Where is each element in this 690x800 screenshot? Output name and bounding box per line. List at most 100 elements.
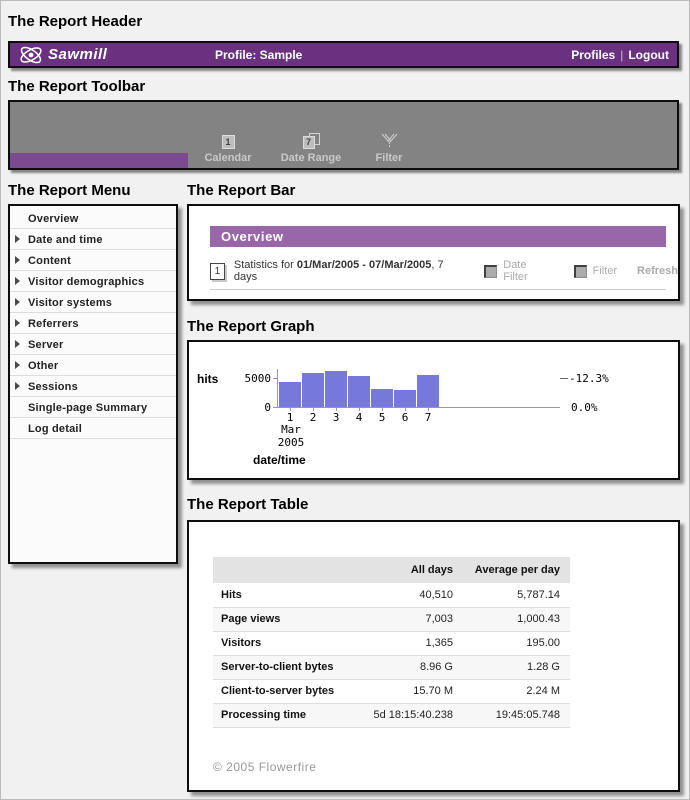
date-filter-label: Date Filter — [503, 259, 553, 283]
y-tick-5000: 5000 — [231, 372, 271, 385]
row-average-value: 195.00 — [463, 631, 570, 655]
filter-button-label: Filter — [376, 152, 403, 164]
section-title-toolbar: The Report Toolbar — [8, 78, 145, 95]
menu-item-content[interactable]: Content — [10, 250, 176, 271]
table-row-visitors: Visitors1,365195.00 — [213, 631, 570, 655]
row-label: Visitors — [213, 631, 363, 655]
chevron-right-icon — [15, 256, 20, 264]
report-toolbar: 1 Calendar 7 Date Range Filter — [8, 100, 679, 170]
x-tick-label: 5 — [371, 411, 393, 424]
date-range-button[interactable]: 7 Date Range — [270, 133, 352, 164]
date-filter-checkbox[interactable] — [484, 265, 497, 278]
menu-item-date-and-time[interactable]: Date and time — [10, 229, 176, 250]
filter-checkbox[interactable] — [574, 265, 587, 278]
menu-item-server[interactable]: Server — [10, 334, 176, 355]
page: The Report Header Sawmill Profile: Sampl… — [0, 0, 690, 800]
report-bar-divider — [210, 289, 666, 290]
row-average-value: 1.28 G — [463, 655, 570, 679]
menu-item-visitor-demographics[interactable]: Visitor demographics — [10, 271, 176, 292]
menu-item-visitor-systems[interactable]: Visitor systems — [10, 292, 176, 313]
menu-item-label: Overview — [28, 213, 79, 225]
chevron-right-icon — [15, 340, 20, 348]
profiles-link[interactable]: Profiles — [571, 48, 615, 62]
toolbar-buttons: 1 Calendar 7 Date Range Filter — [186, 133, 426, 164]
date-range-button-label: Date Range — [281, 152, 342, 164]
refresh-button[interactable]: Refresh — [637, 265, 678, 277]
row-average-value: 5,787.14 — [463, 583, 570, 607]
menu-item-label: Log detail — [28, 423, 82, 435]
statistics-prefix: Statistics for — [234, 259, 297, 271]
row-label: Server-to-client bytes — [213, 655, 363, 679]
chevron-right-icon — [15, 319, 20, 327]
bar-chart: hits 5000 0 1234567 Mar 2005 -12.3% 0.0%… — [189, 342, 678, 478]
summary-table: All days Average per day Hits40,5105,787… — [213, 557, 570, 728]
logout-link[interactable]: Logout — [628, 48, 669, 62]
row-label: Hits — [213, 583, 363, 607]
menu-item-overview[interactable]: Overview — [10, 208, 176, 229]
right-axis-label-top: -12.3% — [569, 372, 609, 385]
menu-item-label: Sessions — [28, 381, 78, 393]
report-table: All days Average per day Hits40,5105,787… — [187, 520, 680, 792]
bar-day-4 — [348, 376, 370, 407]
section-title-menu: The Report Menu — [8, 182, 131, 199]
calendar-page-icon[interactable]: 1 — [210, 263, 225, 280]
filter-button[interactable]: Filter — [352, 133, 426, 164]
menu-item-sessions[interactable]: Sessions — [10, 376, 176, 397]
row-average-value: 2.24 M — [463, 679, 570, 703]
y-tick-0: 0 — [231, 401, 271, 414]
calendar-button-label: Calendar — [204, 152, 251, 164]
header-links: Profiles | Logout — [571, 48, 669, 62]
menu-item-label: Content — [28, 255, 71, 267]
table-row-server-to-client-bytes: Server-to-client bytes8.96 G1.28 G — [213, 655, 570, 679]
profile-label: Profile: Sample — [215, 48, 302, 62]
statistics-row: 1 Statistics for 01/Mar/2005 - 07/Mar/20… — [210, 259, 678, 283]
row-all-days-value: 40,510 — [363, 583, 463, 607]
app-header-bar: Sawmill Profile: Sample Profiles | Logou… — [8, 41, 679, 68]
menu-item-label: Date and time — [28, 234, 103, 246]
x-axis-label: date/time — [253, 453, 306, 467]
copyright-text: © 2005 Flowerfire — [213, 760, 316, 774]
sawmill-logo: Sawmill — [18, 45, 107, 65]
section-title-graph: The Report Graph — [187, 318, 315, 335]
table-row-page-views: Page views7,0031,000.43 — [213, 607, 570, 631]
row-all-days-value: 5d 18:15:40.238 — [363, 703, 463, 727]
report-graph: hits 5000 0 1234567 Mar 2005 -12.3% 0.0%… — [187, 340, 680, 480]
bar-day-1 — [279, 382, 301, 407]
table-row-hits: Hits40,5105,787.14 — [213, 583, 570, 607]
chevron-right-icon — [15, 382, 20, 390]
row-all-days-value: 7,003 — [363, 607, 463, 631]
report-menu: Overview Date and time Content Visitor demo… — [8, 204, 178, 564]
calendar-button[interactable]: 1 Calendar — [186, 133, 270, 164]
report-bar: Overview 1 Statistics for 01/Mar/2005 - … — [187, 204, 680, 301]
month-label: Mar 2005 — [273, 423, 309, 449]
row-all-days-value: 1,365 — [363, 631, 463, 655]
menu-item-log-detail[interactable]: Log detail — [10, 418, 176, 439]
calendar-1-icon: 1 — [222, 135, 235, 149]
row-all-days-value: 15.70 M — [363, 679, 463, 703]
chevron-right-icon — [15, 361, 20, 369]
row-label: Page views — [213, 607, 363, 631]
toolbar-accent-strip — [10, 153, 188, 168]
bar-day-5 — [371, 389, 393, 407]
month-line: Mar — [273, 423, 309, 436]
y-axis-line — [277, 369, 278, 408]
link-separator: | — [615, 48, 628, 62]
menu-item-referrers[interactable]: Referrers — [10, 313, 176, 334]
column-header-all-days: All days — [363, 557, 463, 583]
menu-item-label: Server — [28, 339, 63, 351]
chevron-right-icon — [15, 235, 20, 243]
x-tick-label: 6 — [394, 411, 416, 424]
logo-text: Sawmill — [48, 46, 107, 63]
menu-item-label: Visitor systems — [28, 297, 112, 309]
menu-item-label: Other — [28, 360, 58, 372]
year-line: 2005 — [273, 436, 309, 449]
statistics-date-range: 01/Mar/2005 - 07/Mar/2005 — [297, 259, 432, 271]
x-tick-label: 4 — [348, 411, 370, 424]
menu-item-other[interactable]: Other — [10, 355, 176, 376]
column-header-average: Average per day — [463, 557, 570, 583]
menu-item-single-page-summary[interactable]: Single-page Summary — [10, 397, 176, 418]
row-label: Client-to-server bytes — [213, 679, 363, 703]
menu-item-label: Single-page Summary — [28, 402, 147, 414]
bar-day-6 — [394, 390, 416, 407]
y-axis-label: hits — [197, 372, 218, 386]
